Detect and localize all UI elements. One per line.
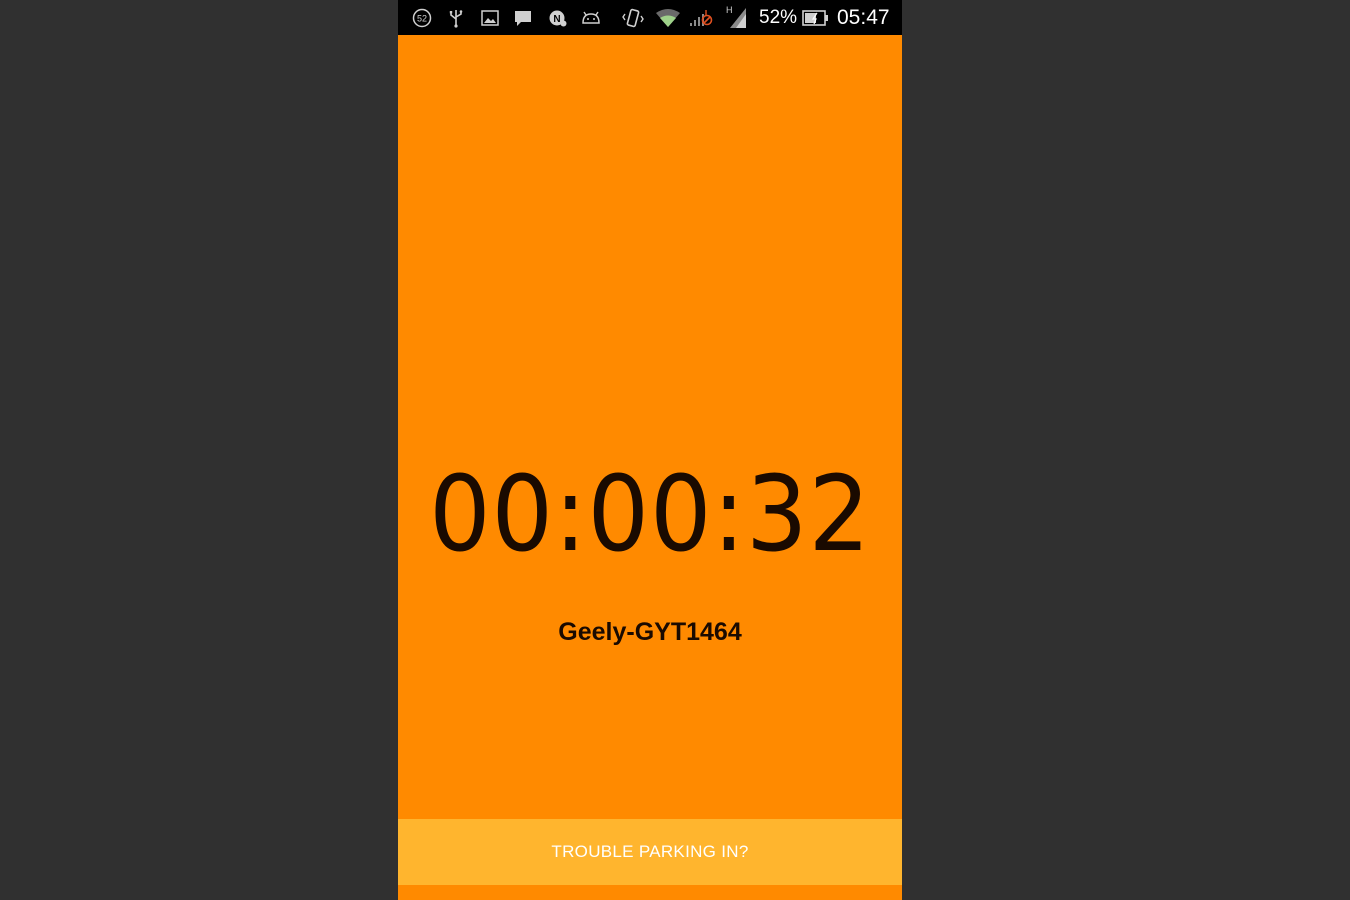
n-app-icon: N <box>548 8 568 28</box>
usb-icon <box>447 8 465 28</box>
notification-count-icon: 52 <box>412 8 432 28</box>
status-clock: 05:47 <box>837 6 890 29</box>
message-icon <box>513 8 533 28</box>
trouble-parking-button[interactable]: TROUBLE PARKING IN? <box>398 819 902 885</box>
status-bar: 52 N H 52% 05:47 <box>398 0 902 35</box>
cell-signal-icon: H <box>724 4 750 30</box>
no-signal-icon <box>688 8 714 28</box>
vehicle-label: Geely-GYT1464 <box>558 618 742 646</box>
gallery-icon <box>480 8 500 28</box>
battery-icon <box>802 8 830 28</box>
phone-screen: 52 N H 52% 05:47 00:00:32 Geely-GYT1464 … <box>398 0 902 900</box>
wifi-icon <box>655 8 681 28</box>
elapsed-timer: 00:00:32 <box>429 453 871 575</box>
battery-percent: 52% <box>759 7 798 28</box>
network-type-label: H <box>726 5 733 15</box>
notification-count-text: 52 <box>417 14 427 24</box>
android-icon <box>580 8 602 28</box>
vibrate-icon <box>622 8 644 28</box>
svg-text:N: N <box>553 14 560 25</box>
